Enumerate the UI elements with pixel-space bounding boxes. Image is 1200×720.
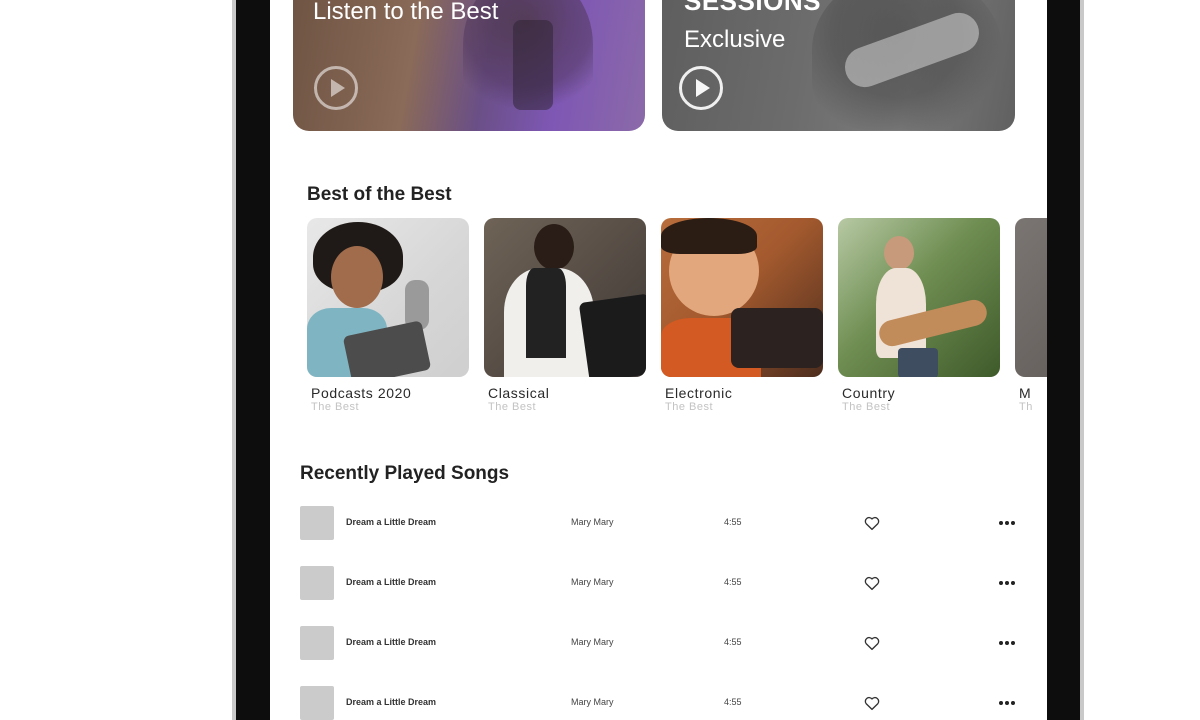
song-duration: 4:55 — [724, 517, 742, 527]
song-title: Dream a Little Dream — [346, 697, 437, 707]
more-options-icon[interactable] — [998, 694, 1016, 712]
song-row[interactable]: Dream a Little Dream Mary Mary 4:55 — [300, 506, 1020, 540]
song-thumbnail — [300, 506, 334, 540]
category-subtitle: The Best — [311, 401, 360, 413]
heart-icon[interactable] — [863, 574, 881, 592]
more-options-icon[interactable] — [998, 514, 1016, 532]
song-duration: 4:55 — [724, 577, 742, 587]
heart-icon[interactable] — [863, 514, 881, 532]
category-image-classical — [484, 218, 646, 377]
hero-banner-sessions[interactable]: SESSIONS Exclusive — [662, 0, 1015, 131]
category-title: Electronic — [665, 385, 733, 401]
song-artist: Mary Mary — [571, 637, 614, 647]
category-card-classical[interactable]: Classical The Best — [484, 218, 646, 413]
category-image-electronic — [661, 218, 823, 377]
category-card-country[interactable]: Country The Best — [838, 218, 1000, 413]
category-subtitle: The Best — [842, 401, 891, 413]
category-title: Podcasts 2020 — [311, 385, 412, 401]
hero-banner-listen[interactable]: Listen to the Best — [293, 0, 645, 131]
hero-title: Listen to the Best — [313, 0, 499, 25]
hero-microphone-image — [513, 20, 553, 110]
category-subtitle: Th — [1019, 401, 1033, 413]
song-artist: Mary Mary — [571, 697, 614, 707]
play-circle-icon[interactable] — [314, 66, 358, 110]
song-artist: Mary Mary — [571, 577, 614, 587]
category-card-electronic[interactable]: Electronic The Best — [661, 218, 823, 413]
song-duration: 4:55 — [724, 697, 742, 707]
heart-icon[interactable] — [863, 634, 881, 652]
category-title: Country — [842, 385, 896, 401]
song-duration: 4:55 — [724, 637, 742, 647]
hero-title: SESSIONS — [684, 0, 821, 16]
tablet-bezel-left — [236, 0, 270, 720]
category-subtitle: The Best — [665, 401, 714, 413]
tablet-frame-edge-right — [1080, 0, 1084, 720]
category-title: Classical — [488, 385, 550, 401]
tablet-bezel-right — [1047, 0, 1080, 720]
song-row[interactable]: Dream a Little Dream Mary Mary 4:55 — [300, 566, 1020, 600]
song-thumbnail — [300, 626, 334, 660]
category-image-podcasts — [307, 218, 469, 377]
song-row[interactable]: Dream a Little Dream Mary Mary 4:55 — [300, 686, 1020, 720]
song-title: Dream a Little Dream — [346, 637, 437, 647]
more-options-icon[interactable] — [998, 634, 1016, 652]
song-title: Dream a Little Dream — [346, 577, 437, 587]
more-options-icon[interactable] — [998, 574, 1016, 592]
song-thumbnail — [300, 686, 334, 720]
category-card-partial[interactable]: M Th — [1015, 218, 1047, 413]
song-artist: Mary Mary — [571, 517, 614, 527]
category-image-country — [838, 218, 1000, 377]
category-title: M — [1019, 385, 1032, 401]
heart-icon[interactable] — [863, 694, 881, 712]
song-title: Dream a Little Dream — [346, 517, 437, 527]
category-card-podcasts[interactable]: Podcasts 2020 The Best — [307, 218, 469, 413]
category-subtitle: The Best — [488, 401, 537, 413]
app-screen: Listen to the Best SESSIONS Exclusive Be… — [270, 0, 1047, 720]
section-title-recently-played: Recently Played Songs — [300, 463, 510, 484]
hero-subtitle: Exclusive — [684, 26, 786, 53]
song-thumbnail — [300, 566, 334, 600]
play-circle-icon[interactable] — [679, 66, 723, 110]
song-row[interactable]: Dream a Little Dream Mary Mary 4:55 — [300, 626, 1020, 660]
section-title-best-of: Best of the Best — [307, 184, 452, 205]
category-image-partial — [1015, 218, 1047, 377]
